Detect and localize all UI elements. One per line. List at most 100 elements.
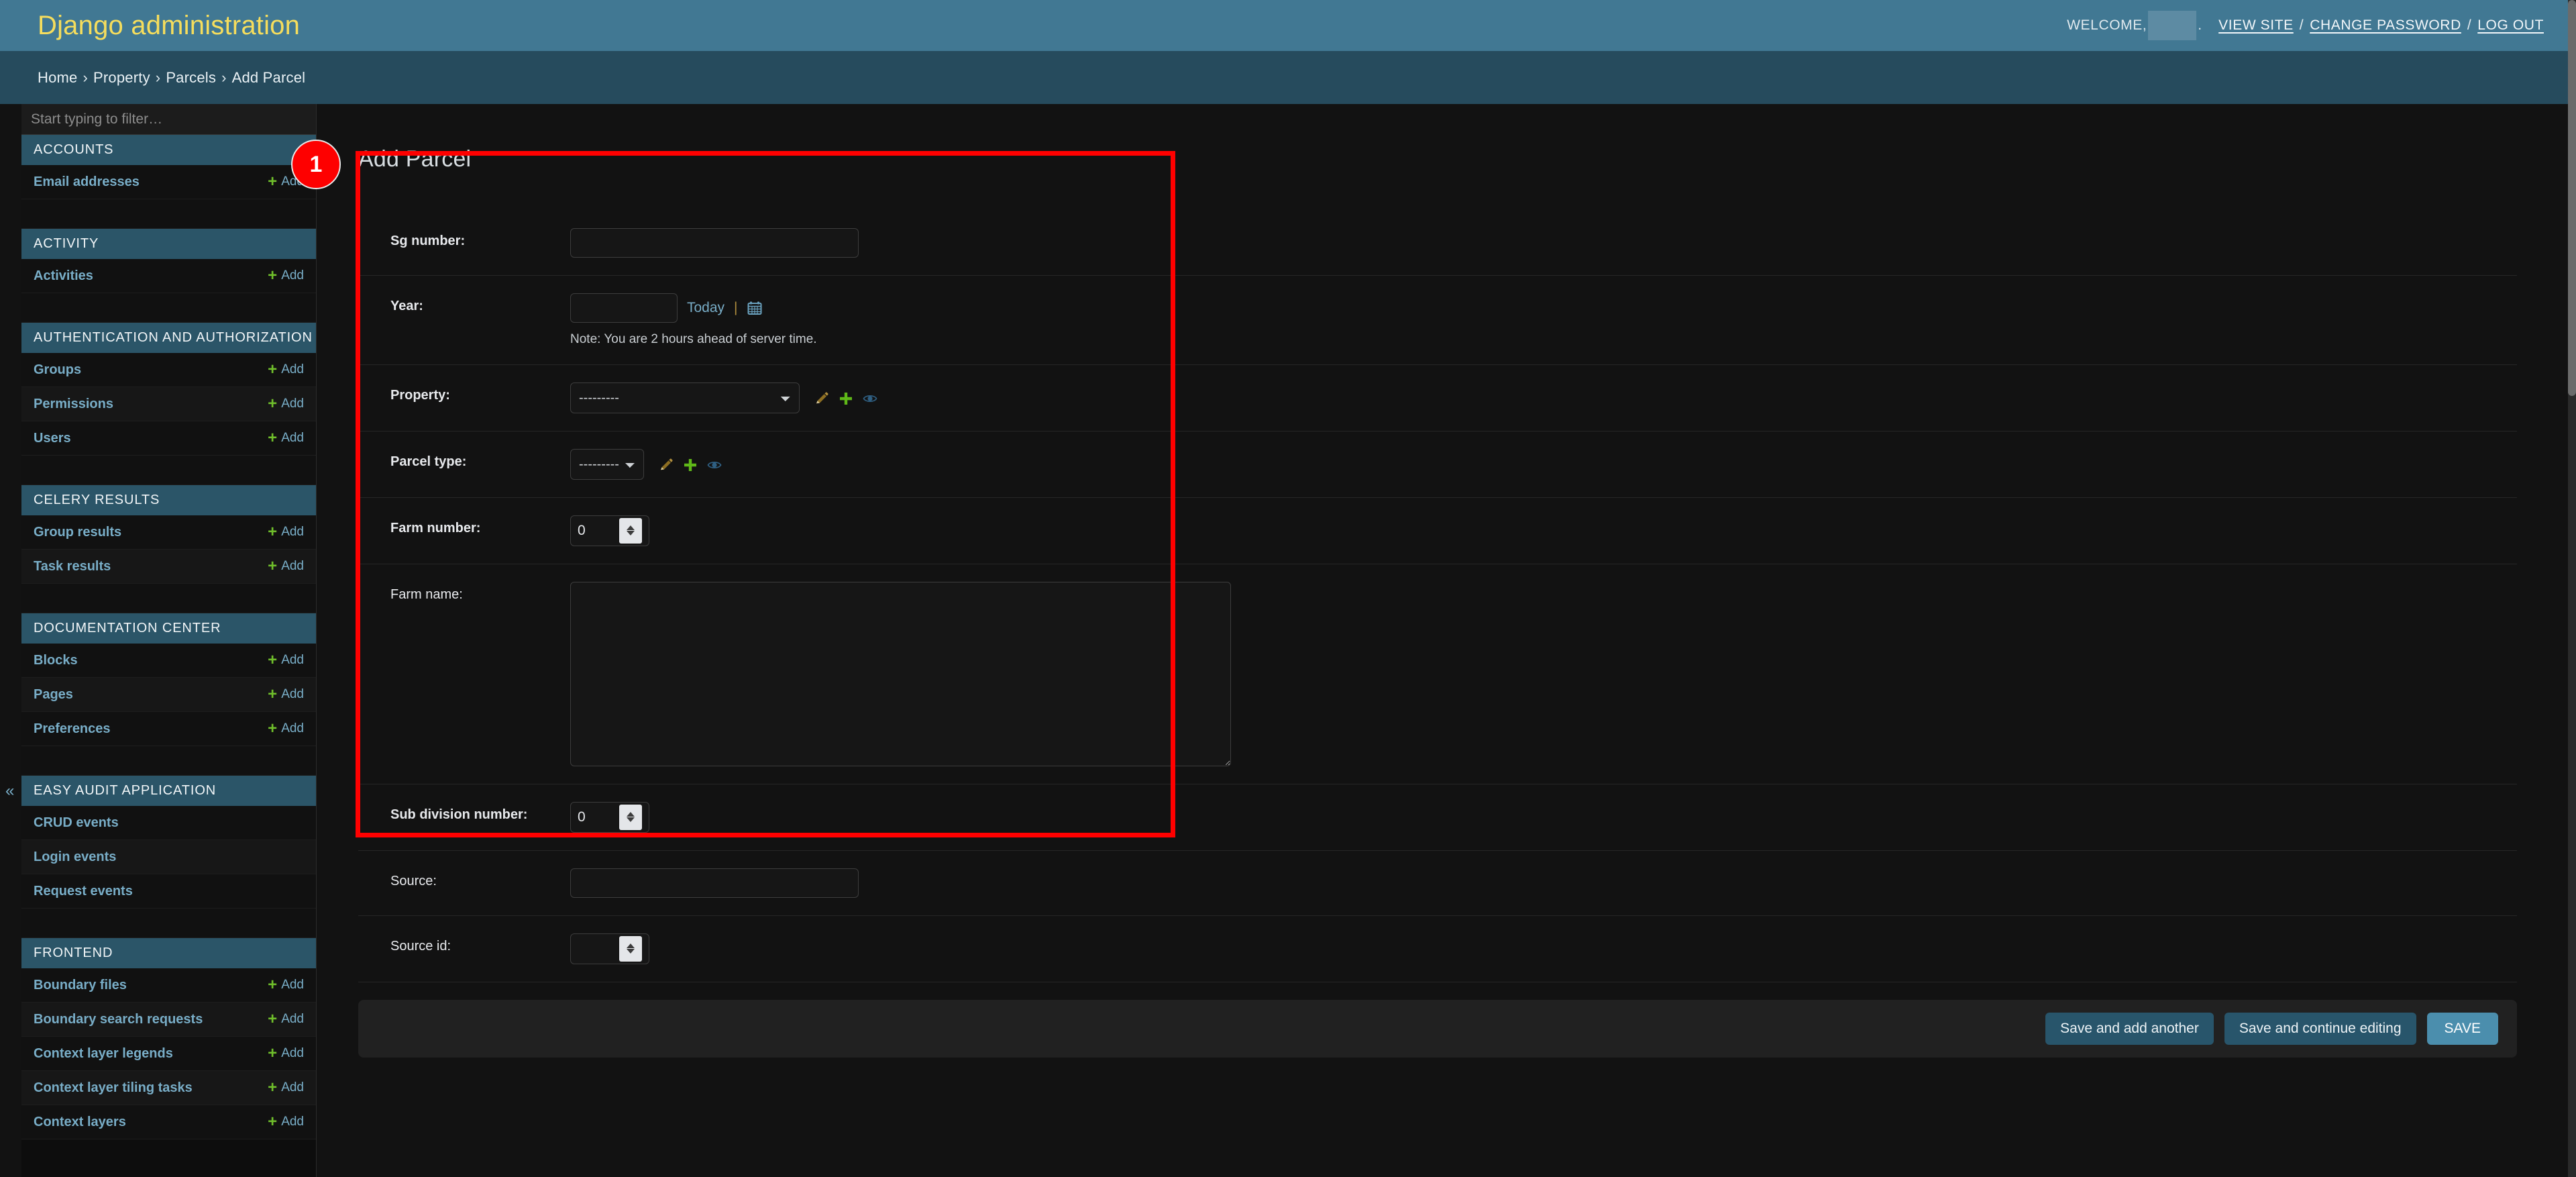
sidebar-item-label[interactable]: Task results	[34, 559, 111, 574]
sidebar-item-label[interactable]: Activities	[34, 268, 93, 284]
farm-number-stepper[interactable]	[570, 515, 649, 546]
sidebar-item-context-layers[interactable]: Context layers + Add	[21, 1105, 316, 1139]
sidebar-add-link[interactable]: + Add	[268, 396, 304, 412]
sidebar-add-link[interactable]: + Add	[268, 362, 304, 378]
property-select[interactable]: ---------	[570, 382, 800, 413]
sidebar-item-context-layer-legends[interactable]: Context layer legends + Add	[21, 1037, 316, 1071]
sidebar-add-link[interactable]: + Add	[268, 524, 304, 540]
view-related-eye-icon[interactable]	[707, 458, 722, 472]
sidebar-item-permissions[interactable]: Permissions + Add	[21, 387, 316, 421]
farm-number-spinner[interactable]	[619, 517, 642, 544]
main-content: Add Parcel Sg number: Year: Today | Note…	[317, 104, 2576, 1177]
sidebar-item-label[interactable]: Blocks	[34, 653, 78, 668]
view-site-link[interactable]: VIEW SITE	[2218, 17, 2294, 34]
source-id-input[interactable]	[571, 933, 619, 964]
add-related-plus-icon[interactable]	[683, 458, 698, 472]
spinner-up-arrow-icon[interactable]	[627, 812, 635, 817]
calendar-icon[interactable]	[747, 301, 762, 315]
source-id-stepper[interactable]	[570, 933, 649, 964]
sg-number-input[interactable]	[570, 227, 859, 258]
sidebar-item-context-layer-tiling-tasks[interactable]: Context layer tiling tasks + Add	[21, 1071, 316, 1105]
site-header: Django administration WELCOME, . VIEW SI…	[0, 0, 2576, 51]
sidebar-add-label: Add	[281, 1080, 304, 1094]
sub-division-number-spinner[interactable]	[619, 804, 642, 830]
spinner-down-arrow-icon[interactable]	[627, 531, 635, 536]
sidebar-item-label[interactable]: Context layer tiling tasks	[34, 1080, 193, 1096]
breadcrumb-parcels[interactable]: Parcels	[166, 69, 216, 87]
sidebar-item-label[interactable]: Pages	[34, 687, 73, 703]
sub-division-number-input[interactable]	[571, 802, 619, 832]
change-related-pencil-icon[interactable]	[659, 458, 674, 472]
sidebar-add-link[interactable]: + Add	[268, 430, 304, 446]
farm-number-input[interactable]	[571, 515, 619, 546]
change-password-link[interactable]: CHANGE PASSWORD	[2310, 17, 2461, 34]
breadcrumb-property[interactable]: Property	[93, 69, 150, 87]
sidebar-item-request-events[interactable]: Request events	[21, 874, 316, 909]
username-redacted	[2148, 11, 2197, 40]
breadcrumb-home[interactable]: Home	[38, 69, 78, 87]
sidebar-filter-input[interactable]	[21, 104, 316, 135]
sidebar-item-label[interactable]: Context layers	[34, 1115, 126, 1130]
log-out-link[interactable]: LOG OUT	[2477, 17, 2544, 34]
spinner-up-arrow-icon[interactable]	[627, 943, 635, 949]
sidebar-item-label[interactable]: Group results	[34, 525, 121, 540]
page-scrollbar-thumb[interactable]	[2568, 0, 2576, 396]
sidebar-item-label[interactable]: CRUD events	[34, 815, 119, 831]
sidebar-item-task-results[interactable]: Task results + Add	[21, 550, 316, 584]
chevron-double-left-icon[interactable]: «	[5, 783, 14, 799]
sidebar-item-activities[interactable]: Activities + Add	[21, 259, 316, 293]
year-input[interactable]	[570, 293, 678, 323]
sidebar-item-users[interactable]: Users + Add	[21, 421, 316, 456]
sidebar-item-label[interactable]: Request events	[34, 884, 133, 899]
farm-name-textarea[interactable]	[570, 581, 1231, 766]
sidebar-item-label[interactable]: Preferences	[34, 721, 111, 737]
sidebar-item-group-results[interactable]: Group results + Add	[21, 515, 316, 550]
sidebar-item-blocks[interactable]: Blocks + Add	[21, 644, 316, 678]
change-related-pencil-icon[interactable]	[814, 391, 829, 406]
sidebar-item-label[interactable]: Groups	[34, 362, 81, 378]
sidebar-item-label[interactable]: Permissions	[34, 397, 113, 412]
source-id-spinner[interactable]	[619, 935, 642, 962]
plus-icon: +	[268, 395, 278, 413]
spinner-down-arrow-icon[interactable]	[627, 817, 635, 823]
spinner-up-arrow-icon[interactable]	[627, 525, 635, 531]
today-link[interactable]: Today	[687, 300, 724, 316]
sidebar-item-label[interactable]: Login events	[34, 850, 116, 865]
sidebar-add-link[interactable]: + Add	[268, 686, 304, 703]
source-input[interactable]	[570, 868, 859, 898]
sidebar-item-boundary-search-requests[interactable]: Boundary search requests + Add	[21, 1003, 316, 1037]
sub-division-number-stepper[interactable]	[570, 801, 649, 833]
sidebar-item-login-events[interactable]: Login events	[21, 840, 316, 874]
spinner-down-arrow-icon[interactable]	[627, 949, 635, 954]
sidebar-collapse-toggle[interactable]: «	[0, 104, 21, 1177]
sidebar-item-pages[interactable]: Pages + Add	[21, 678, 316, 712]
sidebar-add-link[interactable]: + Add	[268, 977, 304, 993]
sidebar-item-crud-events[interactable]: CRUD events	[21, 806, 316, 840]
sidebar-add-link[interactable]: + Add	[268, 268, 304, 284]
sidebar-item-label[interactable]: Users	[34, 431, 71, 446]
sidebar-add-link[interactable]: + Add	[268, 1114, 304, 1130]
add-related-plus-icon[interactable]	[839, 391, 853, 406]
sidebar-add-link[interactable]: + Add	[268, 558, 304, 574]
view-related-eye-icon[interactable]	[863, 391, 877, 406]
sidebar-item-boundary-files[interactable]: Boundary files + Add	[21, 968, 316, 1003]
sidebar-add-link[interactable]: + Add	[268, 721, 304, 737]
breadcrumb-separator: ›	[221, 68, 227, 86]
sidebar-add-link[interactable]: + Add	[268, 1011, 304, 1027]
save-and-continue-editing-button[interactable]: Save and continue editing	[2224, 1012, 2416, 1045]
sidebar-add-link[interactable]: + Add	[268, 652, 304, 668]
sidebar-item-label[interactable]: Context layer legends	[34, 1046, 173, 1062]
sidebar-item-label[interactable]: Boundary search requests	[34, 1012, 203, 1027]
sidebar-add-link[interactable]: + Add	[268, 1080, 304, 1096]
sidebar-item-groups[interactable]: Groups + Add	[21, 353, 316, 387]
sidebar-item-email-addresses[interactable]: Email addresses + Add	[21, 165, 316, 199]
sidebar-item-label[interactable]: Email addresses	[34, 174, 140, 190]
parcel-type-select[interactable]: ---------	[570, 448, 644, 480]
plus-icon: +	[268, 429, 278, 447]
sidebar-item-label[interactable]: Boundary files	[34, 978, 127, 993]
today-pipe-separator: |	[734, 299, 738, 315]
save-and-add-another-button[interactable]: Save and add another	[2045, 1012, 2214, 1045]
save-button[interactable]: SAVE	[2426, 1012, 2498, 1045]
sidebar-add-link[interactable]: + Add	[268, 1045, 304, 1062]
sidebar-item-preferences[interactable]: Preferences + Add	[21, 712, 316, 746]
